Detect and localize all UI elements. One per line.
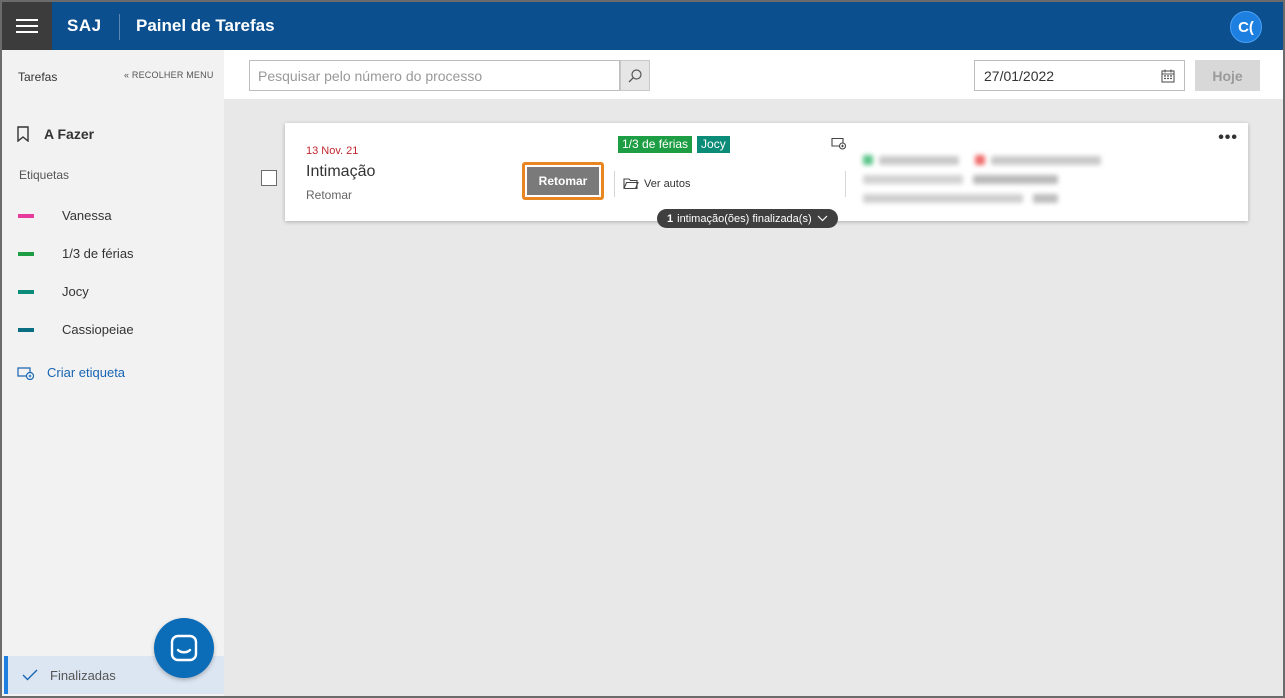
folder-icon (623, 178, 639, 190)
brand-divider (119, 14, 120, 40)
task-select-checkbox[interactable] (261, 170, 277, 186)
top-bar: SAJ Painel de Tarefas C( (2, 2, 1283, 50)
date-value: 27/01/2022 (984, 67, 1055, 84)
sidebar-tag-vanessa[interactable]: Vanessa (18, 208, 112, 223)
sidebar: Tarefas « RECOLHER MENU A Fazer Etiqueta… (2, 50, 224, 696)
search-icon (628, 68, 642, 82)
tag-label: Vanessa (62, 208, 112, 223)
chat-icon (170, 634, 198, 662)
date-input[interactable]: 27/01/2022 (974, 60, 1185, 91)
sidebar-item-label: A Fazer (44, 126, 95, 142)
add-tag-icon (17, 366, 35, 380)
finished-intimations-toggle[interactable]: 1 intimação(ões) finalizada(s) (657, 209, 838, 228)
app-window: SAJ Painel de Tarefas C( Tarefas « RECOL… (0, 0, 1285, 698)
user-avatar[interactable]: C( (1230, 11, 1262, 43)
add-tag-icon[interactable] (831, 137, 847, 150)
task-card: 13 Nov. 21 Intimação Retomar Retomar 1/3… (285, 123, 1248, 221)
finished-text: intimação(ões) finalizada(s) (677, 212, 812, 225)
view-autos-label: Ver autos (644, 177, 691, 190)
bookmark-icon (17, 126, 29, 142)
more-options-button[interactable]: ••• (1218, 129, 1238, 147)
hamburger-menu-button[interactable] (2, 2, 52, 50)
redacted-details (863, 151, 1133, 211)
sidebar-item-label: Finalizadas (50, 667, 116, 683)
tag-label: Cassiopeiae (62, 322, 134, 337)
chevron-down-icon (817, 215, 828, 222)
calendar-icon[interactable] (1161, 69, 1175, 83)
sidebar-tag-ferias[interactable]: 1/3 de férias (18, 246, 134, 261)
task-list-area: 13 Nov. 21 Intimação Retomar Retomar 1/3… (224, 99, 1283, 696)
page-title: Painel de Tarefas (136, 16, 275, 35)
sidebar-tasks-heading: Tarefas (18, 70, 58, 84)
check-icon (22, 669, 38, 681)
sidebar-tag-cassiopeiae[interactable]: Cassiopeiae (18, 322, 134, 337)
task-tags: 1/3 de férias Jocy (618, 136, 730, 153)
chat-button[interactable] (154, 618, 214, 678)
search-input[interactable] (249, 60, 620, 91)
task-title: Intimação (306, 163, 376, 180)
search-button[interactable] (620, 60, 650, 91)
view-autos-link[interactable]: Ver autos (623, 177, 690, 190)
create-tag-link[interactable]: Criar etiqueta (17, 365, 125, 380)
tags-heading: Etiquetas (19, 168, 70, 182)
create-tag-label: Criar etiqueta (47, 365, 126, 380)
sidebar-item-todo[interactable]: A Fazer (16, 126, 94, 142)
today-button[interactable]: Hoje (1195, 60, 1260, 91)
task-tag-ferias[interactable]: 1/3 de férias (618, 136, 693, 153)
finished-count: 1 (667, 212, 674, 225)
tag-color-swatch (18, 213, 34, 218)
divider (614, 171, 615, 197)
tag-color-swatch (18, 251, 34, 256)
sidebar-tag-jocy[interactable]: Jocy (18, 284, 89, 299)
collapse-menu-button[interactable]: « RECOLHER MENU (124, 70, 214, 80)
divider (845, 171, 846, 197)
task-subtitle: Retomar (306, 188, 353, 202)
tag-color-swatch (18, 289, 34, 294)
tag-color-swatch (18, 327, 34, 332)
task-date: 13 Nov. 21 (306, 145, 359, 157)
tag-label: 1/3 de férias (62, 246, 134, 261)
resume-button-label: Retomar (527, 167, 599, 195)
tag-label: Jocy (62, 284, 89, 299)
hamburger-icon (16, 18, 38, 34)
brand-logo[interactable]: SAJ (67, 16, 102, 36)
resume-button[interactable]: Retomar (522, 162, 604, 200)
task-tag-jocy[interactable]: Jocy (697, 136, 730, 153)
toolbar: 27/01/2022 Hoje (224, 50, 1283, 99)
